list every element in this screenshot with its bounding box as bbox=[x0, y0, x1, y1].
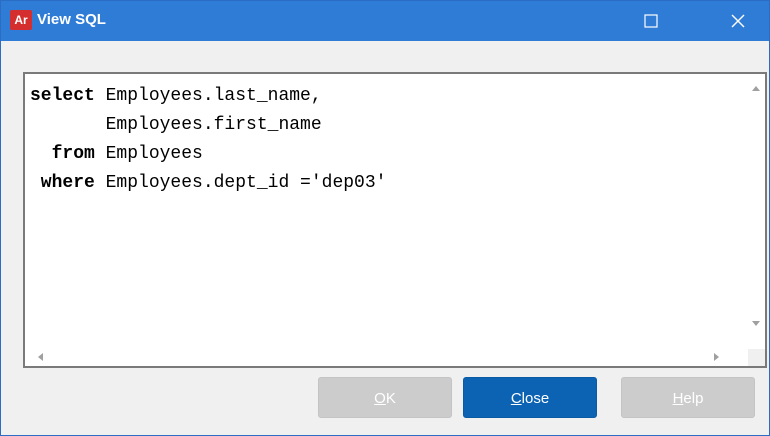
sql-text-area[interactable]: select Employees.last_name, Employees.fi… bbox=[23, 72, 767, 368]
sql-indent bbox=[30, 115, 95, 135]
help-button[interactable]: Help bbox=[621, 377, 755, 418]
app-logo-icon: Ar bbox=[10, 10, 32, 30]
sql-line-4: Employees.dept_id ='dep03' bbox=[94, 173, 387, 193]
sql-line-2: Employees.first_name bbox=[94, 115, 322, 135]
sql-keyword-from: from bbox=[30, 144, 95, 164]
close-label: lose bbox=[521, 390, 550, 407]
vertical-scrollbar[interactable] bbox=[748, 74, 765, 349]
close-button[interactable]: Close bbox=[463, 377, 597, 418]
scroll-right-arrow-icon[interactable] bbox=[714, 353, 719, 361]
ok-mnemonic: O bbox=[374, 390, 386, 407]
scrollbar-corner bbox=[748, 349, 765, 366]
scroll-up-arrow-icon[interactable] bbox=[752, 86, 760, 91]
view-sql-dialog: Ar View SQL select Employees.last_name, … bbox=[0, 0, 770, 436]
ok-button[interactable]: OK bbox=[318, 377, 452, 418]
horizontal-scrollbar[interactable] bbox=[25, 349, 748, 366]
window-close-button[interactable] bbox=[715, 1, 761, 41]
help-mnemonic: H bbox=[672, 390, 684, 407]
help-label: elp bbox=[683, 390, 704, 407]
scroll-left-arrow-icon[interactable] bbox=[38, 353, 43, 361]
sql-query: select Employees.last_name, Employees.fi… bbox=[30, 82, 386, 198]
close-mnemonic: C bbox=[510, 390, 522, 407]
maximize-button[interactable] bbox=[628, 1, 674, 41]
window-title: View SQL bbox=[37, 11, 106, 28]
maximize-icon bbox=[644, 14, 658, 28]
close-icon bbox=[731, 14, 745, 28]
sql-line-1: Employees.last_name, bbox=[94, 86, 322, 106]
sql-line-3: Employees bbox=[94, 144, 203, 164]
ok-label: K bbox=[385, 390, 396, 407]
sql-keyword-where: where bbox=[30, 173, 95, 193]
sql-keyword-select: select bbox=[30, 86, 95, 106]
title-bar[interactable]: Ar View SQL bbox=[1, 1, 769, 41]
scroll-down-arrow-icon[interactable] bbox=[752, 321, 760, 326]
